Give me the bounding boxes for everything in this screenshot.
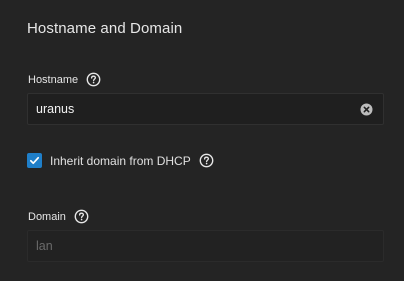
inherit-domain-label: Inherit domain from DHCP bbox=[50, 153, 191, 168]
domain-label: Domain bbox=[28, 210, 66, 223]
hostname-label: Hostname bbox=[28, 73, 79, 86]
hostname-domain-panel: Hostname and Domain Hostname uranus Inhe… bbox=[0, 0, 404, 281]
hostname-input[interactable]: uranus bbox=[36, 102, 360, 116]
domain-input: lan bbox=[36, 239, 53, 253]
hostname-label-row: Hostname bbox=[28, 72, 101, 87]
domain-label-row: Domain bbox=[28, 209, 89, 224]
checkmark-icon bbox=[29, 156, 40, 165]
inherit-domain-row: Inherit domain from DHCP bbox=[27, 153, 214, 168]
clear-icon[interactable] bbox=[360, 103, 373, 116]
help-icon[interactable] bbox=[199, 153, 214, 168]
hostname-field[interactable]: uranus bbox=[27, 93, 384, 125]
help-icon[interactable] bbox=[74, 209, 89, 224]
section-title: Hostname and Domain bbox=[27, 20, 183, 37]
help-icon[interactable] bbox=[86, 72, 101, 87]
domain-field: lan bbox=[27, 230, 384, 262]
inherit-domain-checkbox[interactable] bbox=[27, 153, 42, 168]
